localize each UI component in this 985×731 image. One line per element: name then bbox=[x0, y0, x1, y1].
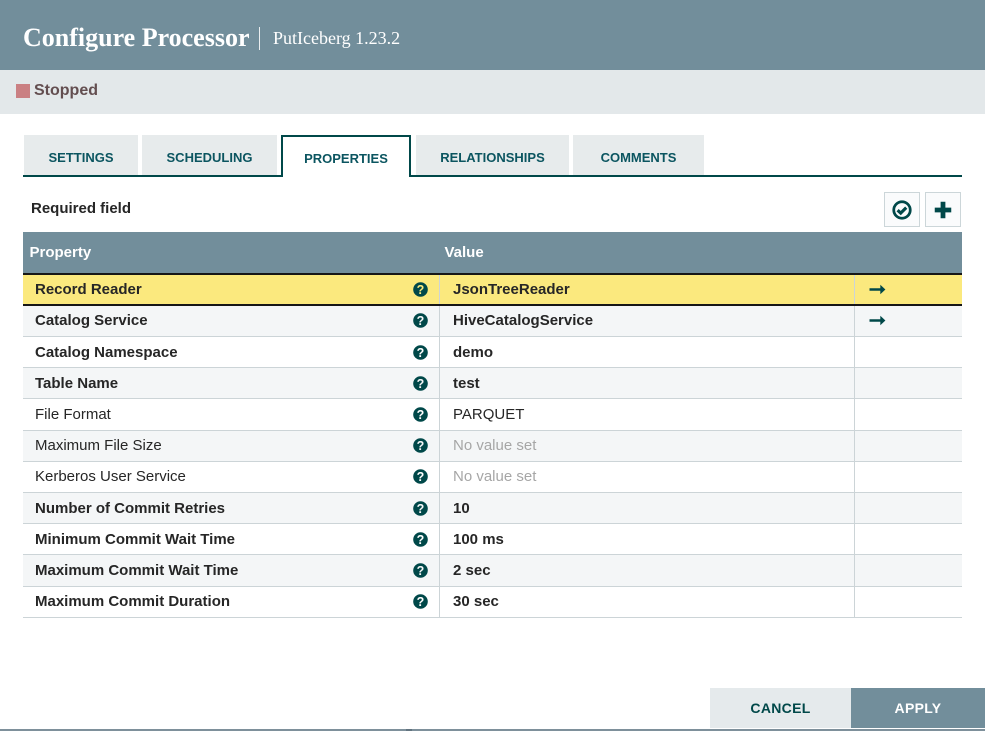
svg-text:?: ? bbox=[416, 408, 424, 422]
svg-text:?: ? bbox=[416, 439, 424, 453]
svg-text:?: ? bbox=[416, 283, 424, 297]
svg-text:?: ? bbox=[416, 314, 424, 328]
svg-text:?: ? bbox=[416, 595, 424, 609]
svg-text:?: ? bbox=[416, 533, 424, 547]
svg-text:?: ? bbox=[416, 502, 424, 516]
svg-text:?: ? bbox=[416, 564, 424, 578]
svg-text:?: ? bbox=[416, 345, 424, 359]
svg-text:?: ? bbox=[416, 377, 424, 391]
svg-text:?: ? bbox=[416, 470, 424, 484]
